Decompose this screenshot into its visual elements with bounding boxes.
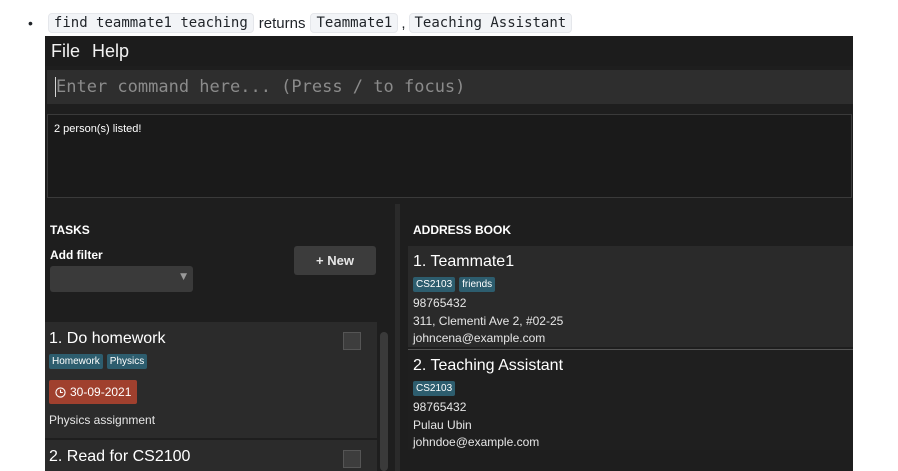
- task-name: 2. Read for CS2100: [49, 448, 191, 465]
- person-email: johndoe@example.com: [413, 435, 540, 449]
- person-phone: 98765432: [413, 296, 467, 310]
- person-name: 1. Teammate1: [413, 253, 515, 270]
- person-address: Pulau Ubin: [413, 418, 472, 432]
- command-box[interactable]: [47, 70, 853, 104]
- filter-label: Add filter: [50, 248, 103, 262]
- task-tag: Physics: [106, 354, 148, 369]
- person-address: 311, Clementi Ave 2, #02-25: [413, 314, 564, 328]
- address-book-panel: ADDRESS BOOK 1. Teammate1 CS2103 friends…: [400, 204, 853, 471]
- person-card[interactable]: 1. Teammate1 CS2103 friends 98765432 311…: [408, 246, 853, 347]
- doc-example-line: • find teammate1 teaching returns Teamma…: [28, 10, 575, 36]
- task-card[interactable]: 1. Do homework Homework Physics 30-09-20…: [45, 322, 377, 438]
- clock-icon: [55, 386, 66, 398]
- task-tags: Homework Physics: [49, 354, 148, 369]
- result-code-b: Teaching Assistant: [408, 13, 573, 33]
- person-tags: CS2103: [413, 381, 456, 396]
- returns-text: returns: [258, 14, 306, 32]
- new-task-button[interactable]: + New: [294, 246, 376, 275]
- filter-dropdown[interactable]: ▼: [50, 266, 193, 292]
- result-text: 2 person(s) listed!: [54, 123, 142, 135]
- person-tag: CS2103: [413, 277, 456, 292]
- menu-help[interactable]: Help: [86, 41, 135, 62]
- scrollbar-thumb[interactable]: [380, 332, 388, 471]
- result-display: 2 person(s) listed!: [47, 114, 852, 198]
- menu-bar: File Help: [45, 36, 853, 66]
- task-tag: Homework: [49, 354, 103, 369]
- chevron-down-icon: ▼: [180, 272, 187, 282]
- menu-file[interactable]: File: [45, 41, 86, 62]
- person-phone: 98765432: [413, 400, 467, 414]
- task-done-checkbox[interactable]: [343, 332, 361, 350]
- task-date-badge: 30-09-2021: [49, 380, 138, 404]
- person-tag: friends: [459, 277, 496, 292]
- person-card[interactable]: 2. Teaching Assistant CS2103 98765432 Pu…: [408, 349, 853, 450]
- person-tag: CS2103: [413, 381, 456, 396]
- person-email: johncena@example.com: [413, 331, 546, 345]
- command-code: find teammate1 teaching: [47, 13, 254, 33]
- task-name: 1. Do homework: [49, 330, 166, 347]
- tasks-scrollbar[interactable]: [379, 322, 389, 471]
- person-name: 2. Teaching Assistant: [413, 357, 564, 374]
- bullet: •: [28, 15, 33, 31]
- task-done-checkbox[interactable]: [343, 450, 361, 468]
- command-input[interactable]: [56, 77, 836, 97]
- tasks-title: TASKS: [50, 223, 90, 237]
- person-tags: CS2103 friends: [413, 277, 496, 292]
- app-window: File Help 2 person(s) listed! TASKS Add …: [45, 36, 853, 471]
- comma-text: ,: [401, 14, 406, 32]
- task-description: Physics assignment: [49, 413, 156, 427]
- tasks-panel: TASKS Add filter ▼ + New 1. Do homework …: [45, 204, 395, 471]
- task-date: 30-09-2021: [70, 385, 132, 399]
- result-code-a: Teammate1: [310, 13, 399, 33]
- address-book-title: ADDRESS BOOK: [413, 223, 512, 237]
- task-card[interactable]: 2. Read for CS2100: [45, 440, 377, 471]
